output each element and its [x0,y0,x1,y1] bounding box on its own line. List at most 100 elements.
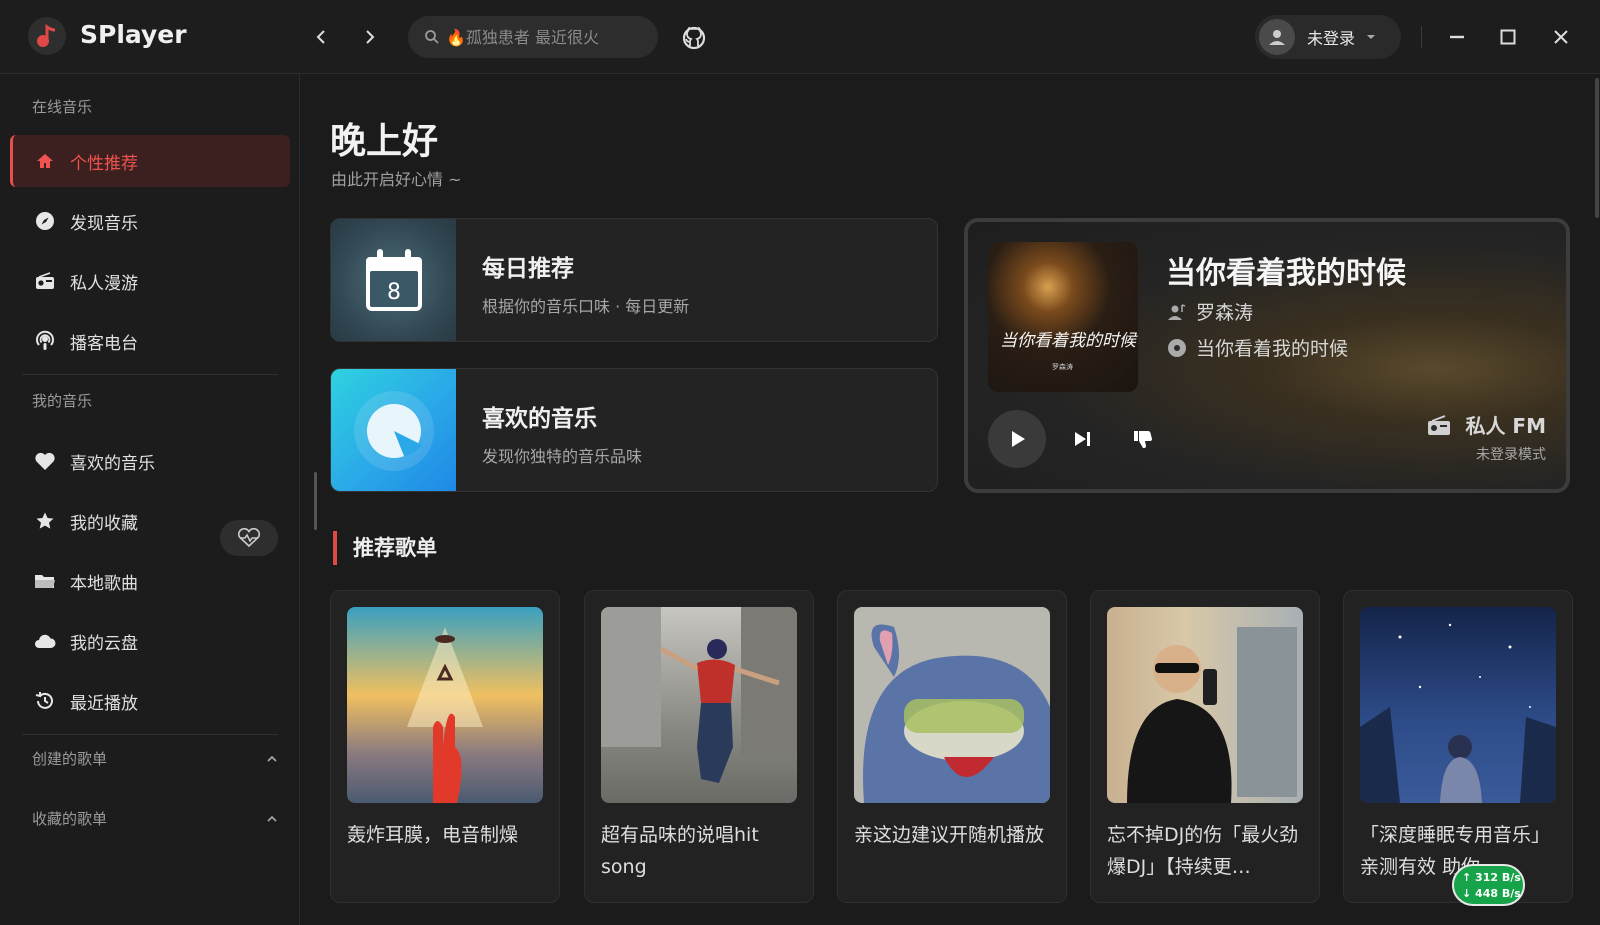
playlist-card[interactable]: 超有品味的说唱hit song [584,590,814,903]
collected-playlists-label: 收藏的歌单 [32,810,108,828]
caret-down-icon [1367,35,1376,39]
radio-icon [34,270,56,292]
search-icon [425,30,439,44]
liked-music-card[interactable]: 喜欢的音乐 发现你独特的音乐品味 [330,368,938,492]
playlist-card[interactable]: 轰炸耳膜，电音制燥 [330,590,560,903]
sidebar-item-roam[interactable]: 私人漫游 [10,255,290,307]
daily-subtitle: 根据你的音乐口味 · 每日更新 [482,297,690,316]
search-box[interactable] [408,16,658,58]
sidebar-item-label: 本地歌曲 [70,573,138,594]
collected-playlists-toggle[interactable]: 收藏的歌单 [32,808,278,829]
minimize-icon [1450,35,1464,39]
title-bar: SPlayer 未登录 [0,0,1600,74]
playlist-card[interactable]: 「深度睡眠专用音乐」亲测有效 助你… [1343,590,1573,903]
created-playlists-label: 创建的歌单 [32,750,108,768]
sidebar-item-label: 我的收藏 [70,513,138,534]
chevron-left-icon [316,30,325,44]
fm-mode-text: 未登录模式 [1476,447,1546,463]
sidebar-item-label: 私人漫游 [70,273,138,294]
fm-album-name: 当你看着我的时候 [1196,338,1349,360]
cloud-icon [34,630,56,652]
upload-speed: ↑ 312 B/s [1462,871,1521,884]
fm-song-title[interactable]: 当你看着我的时候 [1166,248,1406,292]
main-scrollbar[interactable] [1595,78,1599,218]
window-controls-separator [1421,26,1422,48]
liked-subtitle: 发现你独特的音乐品味 [482,447,643,466]
app-window: SPlayer 未登录 [0,0,1600,925]
sidebar-item-label: 我的云盘 [70,633,138,654]
play-icon [1012,431,1025,447]
sidebar-item-label: 播客电台 [70,333,138,354]
playlist-cover [1360,607,1556,803]
close-button[interactable] [1546,22,1576,52]
back-button[interactable] [306,22,336,52]
section-title-playlists: 推荐歌单 [333,531,437,565]
daily-recommend-card[interactable]: 8 每日推荐 根据你的音乐口味 · 每日更新 [330,218,938,342]
minimize-button[interactable] [1442,22,1472,52]
liked-title: 喜欢的音乐 [482,406,597,432]
personal-fm-card[interactable]: 当你看着我的时候 罗森涛 当你看着我的时候 罗森涛 当你看着我的时候 私人 FM… [964,218,1570,493]
created-playlists-toggle[interactable]: 创建的歌单 [32,748,278,769]
disc-icon [353,391,434,471]
search-input[interactable] [446,27,636,47]
history-icon [34,690,56,712]
star-icon [34,510,56,532]
sidebar-item-recent[interactable]: 最近播放 [10,675,290,727]
sidebar-divider [22,374,278,375]
sidebar-item-liked[interactable]: 喜欢的音乐 [10,435,290,487]
playlist-name: 轰炸耳膜，电音制燥 [347,824,519,846]
fm-artist[interactable]: 罗森涛 [1166,298,1253,325]
playlist-card[interactable]: 亲这边建议开随机播放 [837,590,1067,903]
playlist-cover [854,607,1050,803]
download-speed: ↓ 448 B/s [1462,887,1521,900]
playlist-cover [601,607,797,803]
fm-play-button[interactable] [988,410,1046,468]
fm-next-button[interactable] [1066,423,1098,455]
user-name: 未登录 [1307,29,1356,48]
sidebar-item-label: 最近播放 [70,693,138,714]
sidebar-item-local[interactable]: 本地歌曲 [10,555,290,607]
thumbs-down-icon [1134,431,1152,448]
compass-icon [34,210,56,232]
user-menu[interactable]: 未登录 [1255,15,1401,59]
forward-button[interactable] [355,22,385,52]
sidebar-divider [22,734,278,735]
fm-album-cover: 当你看着我的时候 罗森涛 [988,242,1138,392]
maximize-button[interactable] [1493,22,1523,52]
sidebar-item-label: 喜欢的音乐 [70,453,155,474]
sidebar-item-podcast[interactable]: 播客电台 [10,315,290,367]
page-title: 晚上好 [330,121,439,162]
fm-album[interactable]: 当你看着我的时候 [1166,334,1348,361]
daily-cover: 8 [331,219,456,341]
sidebar-item-cloud[interactable]: 我的云盘 [10,615,290,667]
home-icon [34,150,56,172]
sidebar-item-recommend[interactable]: 个性推荐 [10,135,290,187]
online-music-heading: 在线音乐 [32,98,93,116]
liked-cover [331,369,456,491]
app-logo-icon[interactable] [28,17,66,55]
playlist-cover [1107,607,1303,803]
fm-dislike-button[interactable] [1127,423,1159,455]
sidebar-item-label: 个性推荐 [70,153,138,174]
sidebar-item-collection[interactable]: 我的收藏 [10,495,290,547]
user-icon [1269,30,1285,45]
sidebar-resize-handle[interactable] [314,472,317,530]
playlist-name: 忘不掉DJ的伤「最火劲爆DJ」【持续更… [1107,824,1299,878]
calendar-icon: 8 [365,249,422,311]
album-icon [1166,337,1188,359]
playlist-cover [347,607,543,803]
avatar [1259,19,1295,55]
fm-label: 私人 FM [1427,410,1546,439]
page-subtitle: 由此开启好心情 ~ [331,170,462,189]
app-name: SPlayer [80,20,187,49]
my-music-heading: 我的音乐 [32,392,93,410]
playlist-name: 亲这边建议开随机播放 [854,824,1045,846]
sidebar-item-discover[interactable]: 发现音乐 [10,195,290,247]
sidebar-item-label: 发现音乐 [70,213,138,234]
github-icon[interactable] [680,24,708,52]
calendar-day: 8 [387,280,401,305]
playlist-card[interactable]: 忘不掉DJ的伤「最火劲爆DJ」【持续更… [1090,590,1320,903]
fm-label-text: 私人 FM [1465,414,1546,438]
close-icon [1554,30,1568,44]
cover-title-text: 当你看着我的时候 [1000,331,1136,351]
